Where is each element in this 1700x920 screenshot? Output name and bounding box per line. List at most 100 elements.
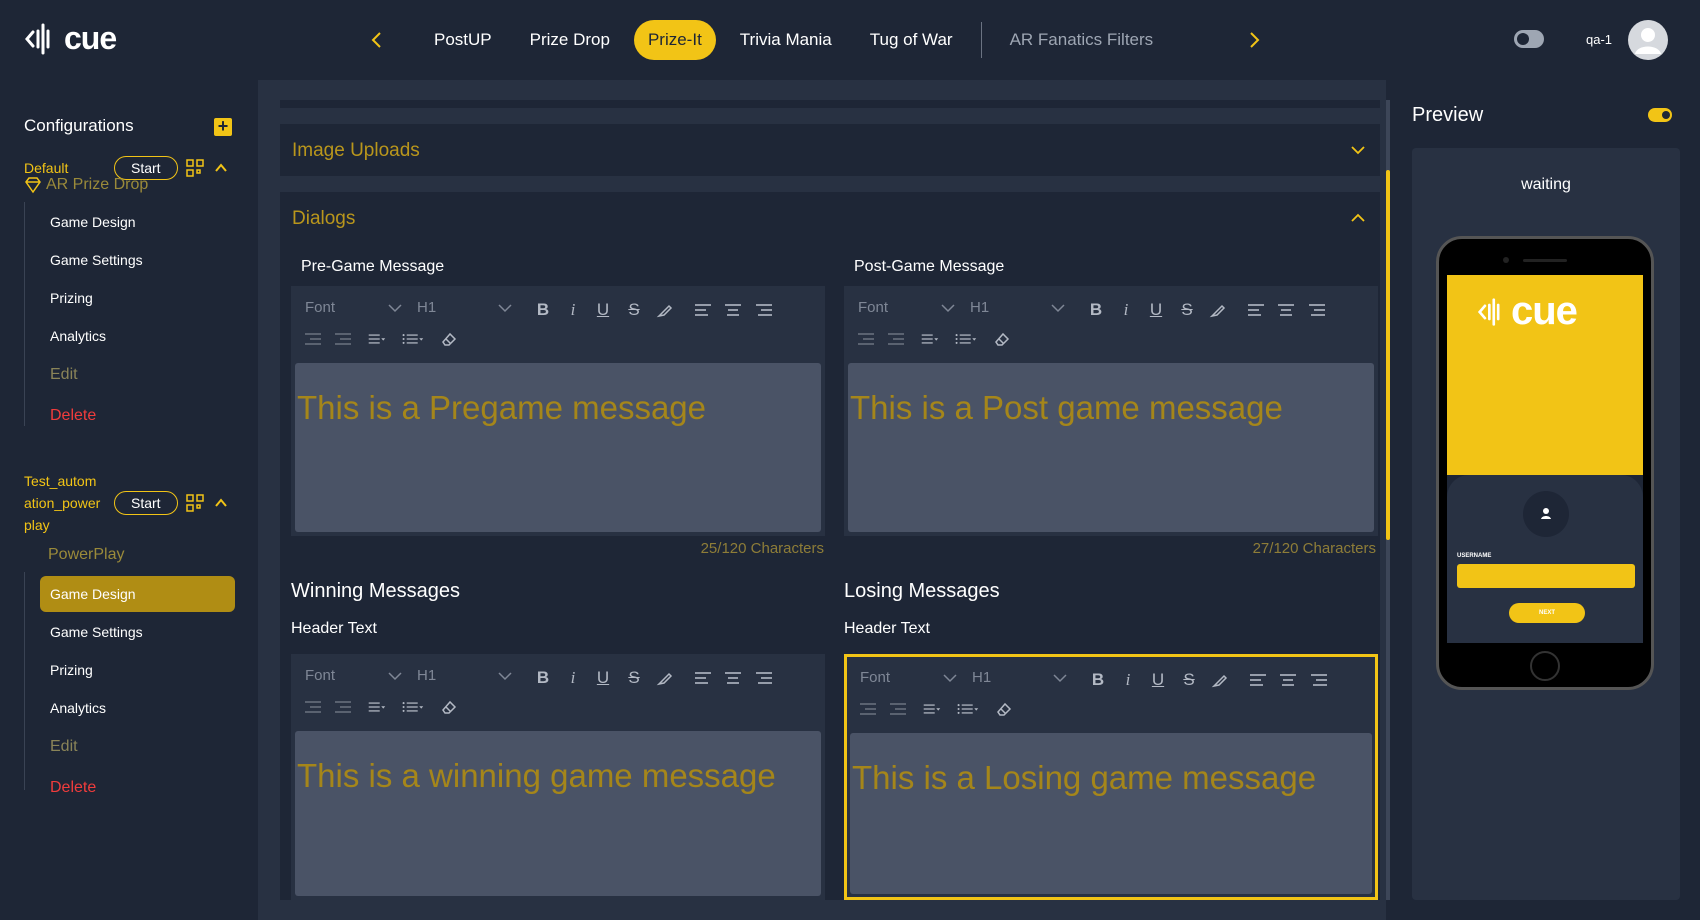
align-right-icon[interactable] [1308, 669, 1330, 691]
tab-trivia-mania[interactable]: Trivia Mania [726, 20, 846, 60]
theme-toggle[interactable] [1514, 30, 1544, 48]
username-input[interactable] [1457, 564, 1635, 588]
indent-icon[interactable] [887, 698, 909, 720]
editor-content[interactable]: This is a Losing game message [850, 733, 1372, 894]
bold-icon[interactable]: B [1087, 669, 1109, 691]
outdent-icon[interactable] [857, 698, 879, 720]
highlighter-icon[interactable] [1209, 669, 1231, 691]
add-configuration-button[interactable]: + [214, 117, 232, 136]
menu-analytics[interactable]: Analytics [40, 318, 235, 354]
highlighter-icon[interactable] [654, 667, 676, 689]
next-button[interactable]: NEXT [1509, 603, 1585, 623]
underline-icon[interactable]: U [1145, 299, 1167, 321]
bullet-list-icon[interactable] [402, 696, 424, 718]
config-name[interactable]: Test_autom ation_power play [24, 470, 114, 536]
heading-select[interactable]: H1 [972, 669, 1067, 686]
font-select[interactable]: Font [860, 669, 957, 686]
tabs-next-button[interactable] [1240, 26, 1268, 54]
scrollbar-thumb[interactable] [1386, 170, 1390, 540]
bold-icon[interactable]: B [1085, 299, 1107, 321]
outdent-icon[interactable] [302, 696, 324, 718]
align-left-icon[interactable] [692, 667, 714, 689]
highlighter-icon[interactable] [1207, 299, 1229, 321]
heading-select[interactable]: H1 [417, 299, 512, 316]
app-logo[interactable]: cue [24, 20, 117, 57]
align-left-icon[interactable] [1247, 669, 1269, 691]
ordered-list-icon[interactable] [917, 328, 939, 350]
underline-icon[interactable]: U [592, 299, 614, 321]
align-center-icon[interactable] [722, 667, 744, 689]
tabs-prev-button[interactable] [363, 26, 391, 54]
menu-analytics[interactable]: Analytics [40, 690, 235, 726]
italic-icon[interactable]: i [562, 299, 584, 321]
font-select[interactable]: Font [858, 299, 955, 316]
indent-icon[interactable] [332, 696, 354, 718]
tab-ar-fanatics-filters[interactable]: AR Fanatics Filters [996, 20, 1168, 60]
align-right-icon[interactable] [753, 299, 775, 321]
strikethrough-icon[interactable]: S [623, 299, 645, 321]
menu-prizing[interactable]: Prizing [40, 280, 235, 316]
ordered-list-icon[interactable] [364, 696, 386, 718]
strikethrough-icon[interactable]: S [1176, 299, 1198, 321]
bullet-list-icon[interactable] [957, 698, 979, 720]
menu-delete[interactable]: Delete [40, 770, 235, 806]
underline-icon[interactable]: U [592, 667, 614, 689]
align-center-icon[interactable] [722, 299, 744, 321]
heading-select[interactable]: H1 [417, 667, 512, 684]
tab-prize-it[interactable]: Prize-It [633, 20, 716, 60]
highlighter-icon[interactable] [654, 299, 676, 321]
menu-prizing[interactable]: Prizing [40, 652, 235, 688]
tab-postup[interactable]: PostUP [420, 20, 506, 60]
tab-tug-of-war[interactable]: Tug of War [856, 20, 967, 60]
align-center-icon[interactable] [1277, 669, 1299, 691]
align-left-icon[interactable] [1245, 299, 1267, 321]
font-select[interactable]: Font [305, 299, 402, 316]
menu-game-settings[interactable]: Game Settings [40, 614, 235, 650]
qr-code-icon[interactable] [185, 494, 204, 512]
user-avatar[interactable] [1628, 20, 1668, 60]
menu-delete[interactable]: Delete [40, 398, 235, 434]
section-image-uploads[interactable]: Image Uploads [280, 124, 1380, 176]
bullet-list-icon[interactable] [402, 328, 424, 350]
tab-prize-drop[interactable]: Prize Drop [516, 20, 624, 60]
outdent-icon[interactable] [302, 328, 324, 350]
bold-icon[interactable]: B [532, 299, 554, 321]
chevron-up-icon[interactable] [1350, 210, 1366, 226]
preview-toggle[interactable] [1648, 108, 1672, 122]
eraser-icon[interactable] [438, 328, 460, 350]
indent-icon[interactable] [885, 328, 907, 350]
qr-code-icon[interactable] [185, 159, 204, 177]
underline-icon[interactable]: U [1147, 669, 1169, 691]
align-right-icon[interactable] [753, 667, 775, 689]
font-select[interactable]: Font [305, 667, 402, 684]
editor-content[interactable]: This is a Pregame message [295, 363, 821, 532]
menu-edit[interactable]: Edit [40, 729, 235, 765]
chevron-down-icon[interactable] [1350, 142, 1366, 158]
menu-game-settings[interactable]: Game Settings [40, 242, 235, 278]
ordered-list-icon[interactable] [364, 328, 386, 350]
align-center-icon[interactable] [1275, 299, 1297, 321]
chevron-up-icon[interactable] [214, 496, 228, 510]
outdent-icon[interactable] [855, 328, 877, 350]
indent-icon[interactable] [332, 328, 354, 350]
bullet-list-icon[interactable] [955, 328, 977, 350]
editor-content[interactable]: This is a winning game message [295, 731, 821, 896]
eraser-icon[interactable] [438, 696, 460, 718]
bold-icon[interactable]: B [532, 667, 554, 689]
ordered-list-icon[interactable] [919, 698, 941, 720]
italic-icon[interactable]: i [1115, 299, 1137, 321]
eraser-icon[interactable] [991, 328, 1013, 350]
eraser-icon[interactable] [993, 698, 1015, 720]
menu-game-design[interactable]: Game Design [40, 204, 235, 240]
strikethrough-icon[interactable]: S [1178, 669, 1200, 691]
strikethrough-icon[interactable]: S [623, 667, 645, 689]
menu-edit[interactable]: Edit [40, 357, 235, 393]
align-left-icon[interactable] [692, 299, 714, 321]
align-right-icon[interactable] [1306, 299, 1328, 321]
italic-icon[interactable]: i [562, 667, 584, 689]
heading-select[interactable]: H1 [970, 299, 1065, 316]
menu-game-design[interactable]: Game Design [40, 576, 235, 612]
italic-icon[interactable]: i [1117, 669, 1139, 691]
chevron-up-icon[interactable] [214, 161, 228, 175]
editor-content[interactable]: This is a Post game message [848, 363, 1374, 532]
